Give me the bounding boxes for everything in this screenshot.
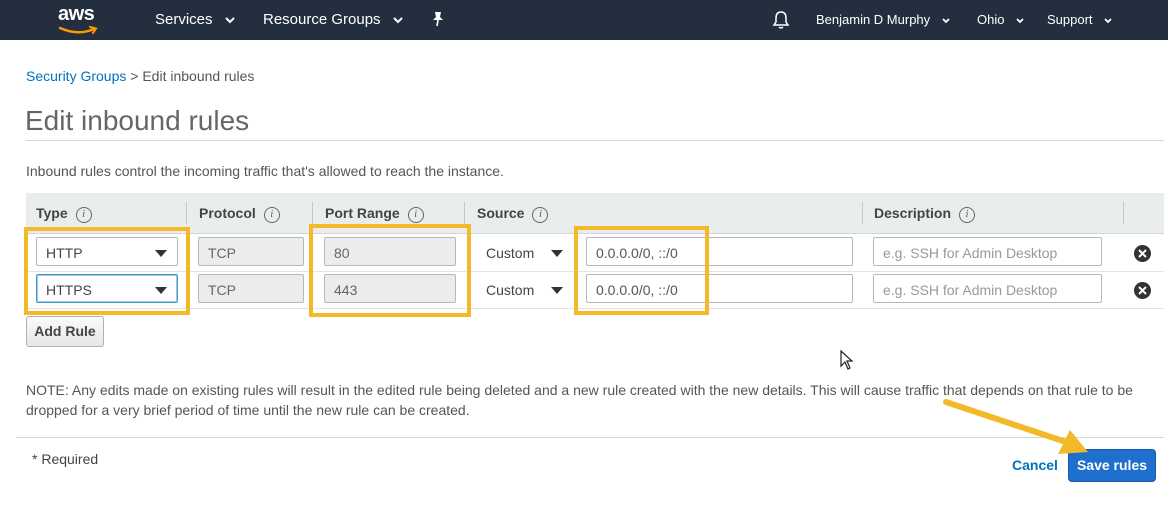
aws-smile-icon — [58, 26, 98, 34]
region-menu[interactable]: Ohio — [977, 12, 1024, 27]
support-menu[interactable]: Support — [1047, 12, 1112, 27]
column-divider — [312, 202, 313, 224]
column-header-source: Source i — [477, 205, 549, 223]
info-icon[interactable]: i — [263, 207, 280, 223]
column-header-port-range: Port Range i — [325, 205, 424, 223]
column-divider — [1123, 202, 1124, 224]
required-indicator: * Required — [32, 451, 99, 467]
rule-source-mode-value: Custom — [486, 245, 535, 261]
chevron-down-icon — [551, 250, 563, 257]
rule-source-mode-value: Custom — [486, 282, 535, 298]
annotation-arrow — [943, 399, 1088, 454]
remove-rule-icon[interactable] — [1134, 245, 1151, 262]
top-navigation-bar: aws Services Resource Groups Benjamin D … — [0, 0, 1168, 40]
aws-logo[interactable]: aws — [58, 3, 102, 34]
rule-protocol-field: TCP — [198, 274, 304, 303]
user-name: Benjamin D Murphy — [816, 12, 931, 27]
highlight-source-column — [574, 226, 709, 315]
resource-groups-menu[interactable]: Resource Groups — [263, 11, 403, 28]
column-port-range-label: Port Range — [325, 205, 400, 221]
info-icon[interactable]: i — [407, 207, 424, 223]
services-label: Services — [155, 11, 213, 28]
title-divider — [26, 140, 1164, 141]
intro-text: Inbound rules control the incoming traff… — [26, 163, 504, 179]
chevron-down-icon — [1016, 17, 1024, 23]
column-type-label: Type — [36, 205, 68, 221]
chevron-down-icon — [1104, 17, 1112, 23]
column-header-description: Description i — [874, 205, 976, 223]
info-icon[interactable]: i — [532, 207, 549, 223]
support-label: Support — [1047, 12, 1093, 27]
column-divider — [862, 202, 863, 224]
info-icon[interactable]: i — [75, 207, 92, 223]
column-divider — [464, 202, 465, 224]
services-menu[interactable]: Services — [155, 11, 235, 28]
breadcrumb-security-groups-link[interactable]: Security Groups — [26, 68, 126, 84]
aws-logo-text: aws — [58, 3, 95, 25]
region-label: Ohio — [977, 12, 1005, 27]
rule-protocol-field: TCP — [198, 237, 304, 266]
resource-groups-label: Resource Groups — [263, 11, 381, 28]
info-icon[interactable]: i — [959, 207, 976, 223]
rule-source-select[interactable]: Custom — [476, 237, 574, 266]
page-title: Edit inbound rules — [25, 105, 250, 136]
breadcrumb: Security Groups > Edit inbound rules — [26, 68, 254, 84]
chevron-down-icon — [942, 17, 950, 23]
breadcrumb-current: Edit inbound rules — [142, 68, 255, 84]
rule-description-input[interactable]: e.g. SSH for Admin Desktop — [873, 237, 1102, 266]
column-source-label: Source — [477, 205, 525, 221]
remove-rule-icon[interactable] — [1134, 282, 1151, 299]
pin-icon[interactable] — [431, 11, 445, 27]
highlight-type-column — [24, 227, 190, 315]
chevron-down-icon — [224, 16, 235, 23]
rule-description-input[interactable]: e.g. SSH for Admin Desktop — [873, 274, 1102, 303]
add-rule-button[interactable]: Add Rule — [26, 316, 104, 347]
column-description-label: Description — [874, 205, 952, 221]
bell-icon[interactable] — [772, 10, 790, 30]
chevron-down-icon — [393, 16, 403, 23]
column-divider — [186, 202, 187, 224]
column-header-type: Type i — [36, 205, 92, 223]
highlight-port-range-column — [309, 224, 471, 317]
rule-source-select[interactable]: Custom — [476, 274, 574, 303]
column-header-protocol: Protocol i — [199, 205, 280, 223]
column-protocol-label: Protocol — [199, 205, 256, 221]
user-menu[interactable]: Benjamin D Murphy — [816, 12, 950, 27]
breadcrumb-separator: > — [126, 68, 143, 84]
chevron-down-icon — [551, 287, 563, 294]
mouse-cursor-icon — [840, 350, 854, 370]
